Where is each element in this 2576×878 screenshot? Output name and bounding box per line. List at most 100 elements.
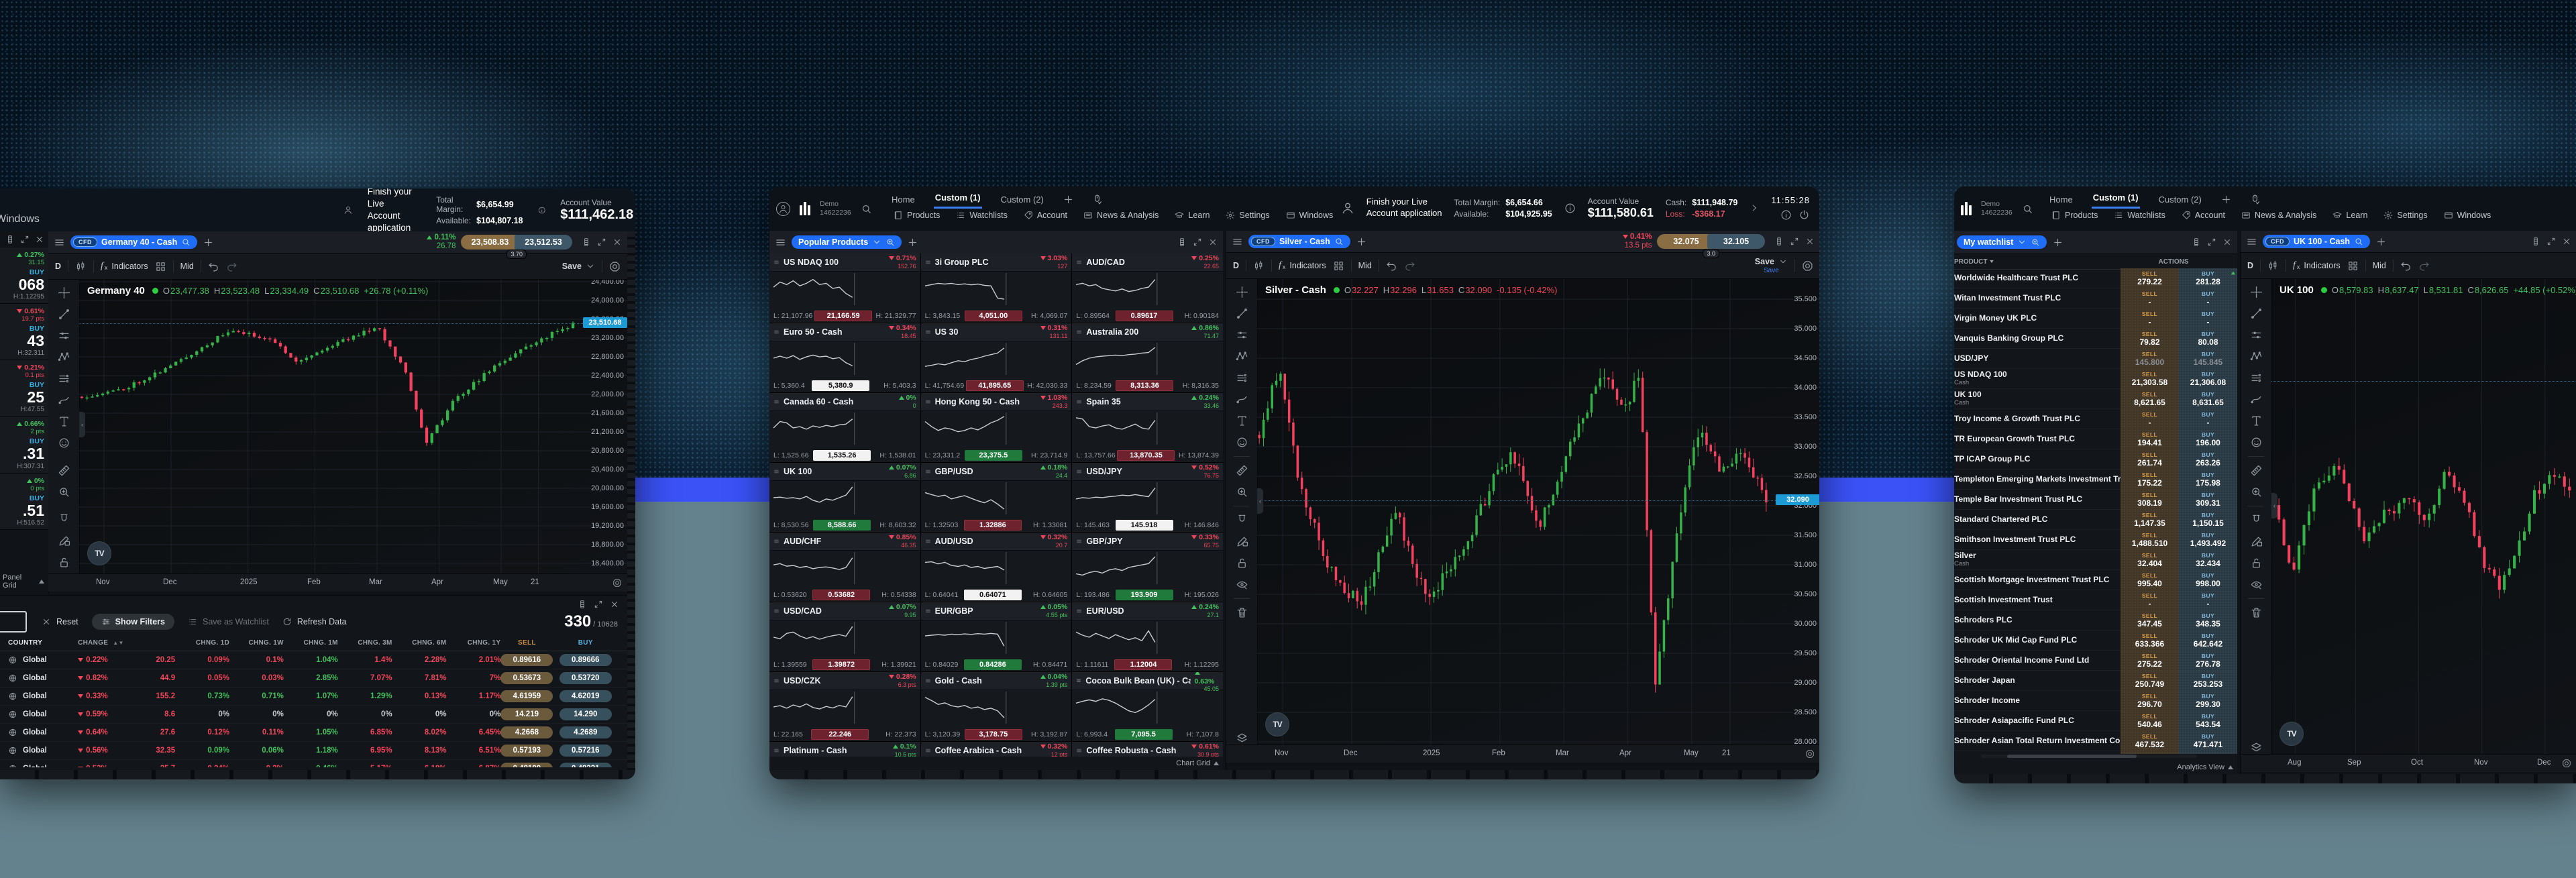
close-icon[interactable]: [1805, 237, 1815, 246]
chart-type-icon[interactable]: [1253, 260, 1265, 272]
ruler-tool-icon[interactable]: [2250, 464, 2263, 477]
redo-icon[interactable]: [1404, 260, 1415, 272]
watchlist-tile[interactable]: GBP/JPY 0.33%65.75 L: 193.486 193.909 H:…: [1072, 533, 1223, 602]
add-tab-icon[interactable]: [1356, 236, 1367, 248]
ruler-tool-icon[interactable]: [58, 464, 70, 477]
tradingview-logo[interactable]: TV: [87, 541, 111, 565]
buy-button[interactable]: 0.53720: [559, 672, 612, 684]
panel-grid-footer[interactable]: Panel Grid: [3, 573, 44, 590]
menu-account[interactable]: Account: [2182, 211, 2225, 220]
help-icon[interactable]: [1780, 209, 1792, 221]
buy-button[interactable]: BUY196.00: [2179, 429, 2237, 449]
search-icon[interactable]: [2354, 237, 2363, 246]
sell-button[interactable]: SELL-: [2121, 288, 2179, 309]
ruler-tool-icon[interactable]: [1236, 464, 1248, 477]
eyecross-tool-icon[interactable]: [1236, 578, 1248, 591]
mouse-tour-icon[interactable]: [2249, 194, 2261, 205]
instrument-tab[interactable]: CFD UK 100 - Cash: [2263, 235, 2370, 248]
time-axis[interactable]: NovDec2025FebMarAprMay21: [1226, 745, 1819, 763]
layout-icon[interactable]: [2192, 237, 2201, 247]
menu-watchlists[interactable]: Watchlists: [956, 211, 1008, 220]
add-tab-icon[interactable]: [2375, 236, 2387, 248]
save-as-watchlist-button[interactable]: Save as Watchlist: [188, 617, 269, 626]
layout-icon[interactable]: [2531, 237, 2540, 246]
buy-button[interactable]: BUY-: [2179, 309, 2237, 329]
longpos-tool-icon[interactable]: [1236, 372, 1248, 384]
trend-tool-icon[interactable]: [2250, 307, 2263, 320]
menu-windows-partial[interactable]: Windows: [0, 213, 40, 225]
parallel-tool-icon[interactable]: [58, 329, 70, 342]
drag-handle-icon[interactable]: [925, 397, 931, 406]
tab-home[interactable]: Home: [890, 192, 916, 207]
search-icon[interactable]: [2022, 203, 2033, 215]
screener-row[interactable]: Global 0.56% 32.35 0.09%0.06%1.18%6.95%8…: [0, 742, 627, 760]
drag-handle-icon[interactable]: [773, 537, 780, 546]
sell-button[interactable]: SELL275.22: [2121, 651, 2179, 671]
drag-handle-icon[interactable]: [925, 327, 931, 337]
watchlist-row[interactable]: TP ICAP Group PLC SELL261.74 BUY263.26: [1954, 449, 2237, 470]
trash-tool-icon[interactable]: [2250, 606, 2263, 619]
tab-custom-1-[interactable]: Custom (1): [2092, 190, 2140, 209]
drag-handle-icon[interactable]: [1076, 676, 1081, 685]
drag-handle-icon[interactable]: [1076, 397, 1082, 406]
text-tool-icon[interactable]: [2250, 415, 2263, 427]
buy-button[interactable]: BUY471.471: [2179, 731, 2237, 751]
screener-row[interactable]: Global 0.82% 44.9 0.05%0.03%2.85%7.07%7.…: [0, 669, 627, 688]
sell-button[interactable]: 4.2668: [500, 726, 553, 738]
buy-button[interactable]: BUY1,493.492: [2179, 530, 2237, 550]
panel-menu-icon[interactable]: [54, 237, 65, 248]
watchlist-row[interactable]: Virgin Money UK PLC SELL- BUY-: [1954, 309, 2237, 329]
menu-windows[interactable]: Windows: [1286, 211, 1334, 220]
close-icon[interactable]: [1208, 237, 1218, 247]
brush-tool-icon[interactable]: [2250, 393, 2263, 406]
watchlist-tile[interactable]: GBP/USD 0.18%24.4 L: 1.32503 1.32886 H: …: [921, 463, 1072, 532]
indicators-button[interactable]: fx Indicators: [1279, 260, 1326, 271]
watchlist-row[interactable]: UK 100Cash SELL8,621.65 BUY8,631.65: [1954, 389, 2237, 409]
watchlist-tile[interactable]: AUD/CHF 0.85%46.35 L: 0.53620 0.53682 H:…: [769, 533, 920, 602]
tradingview-logo[interactable]: TV: [2279, 722, 2304, 746]
interval-button[interactable]: D: [2247, 261, 2253, 270]
sell-button[interactable]: SELL21,303.58: [2121, 369, 2179, 389]
xabcd-tool-icon[interactable]: [2250, 350, 2263, 363]
watchlist-selector[interactable]: Popular Products: [792, 235, 902, 249]
watchlist-tile[interactable]: Cocoa Bulk Bean (UK) - Cash 0.63%45.05 L…: [1072, 672, 1223, 741]
market-tile[interactable]: 0.27% 31.15 BUY 068 H:1.12295: [0, 248, 48, 304]
parallel-tool-icon[interactable]: [2250, 329, 2263, 341]
sell-button[interactable]: SELL279.22: [2121, 268, 2179, 288]
sell-button[interactable]: 0.57193: [500, 745, 553, 757]
watchlist-tile[interactable]: USD/CAD 0.07%9.95 L: 1.39559 1.39872 H: …: [769, 602, 920, 671]
panel-menu-icon[interactable]: [775, 237, 786, 248]
collapse-toolbar-handle[interactable]: ‹: [2271, 493, 2277, 518]
layout-icon[interactable]: [578, 600, 587, 609]
buy-button[interactable]: BUY21,306.08: [2179, 369, 2237, 389]
chart-plot-area[interactable]: 24,400.0024,000.0023,600.0023,200.0022,8…: [48, 280, 627, 573]
screener-row[interactable]: Global 0.59% 8.6 0%0%0%0%0%0% 14.219 14.…: [0, 706, 627, 724]
sell-button[interactable]: SELL145.800: [2121, 349, 2179, 369]
add-tab-icon[interactable]: [203, 237, 214, 248]
brush-tool-icon[interactable]: [58, 394, 70, 406]
sell-button[interactable]: 0.48100: [500, 763, 553, 767]
time-axis[interactable]: AugSepOctNovDec: [2241, 754, 2576, 772]
drag-handle-icon[interactable]: [925, 676, 931, 685]
buy-button[interactable]: BUY642.642: [2179, 630, 2237, 651]
mouse-tour-icon[interactable]: [1091, 194, 1103, 205]
watchlist-tile-partial[interactable]: Coffee Arabica - Cash 0.32%12 pts: [921, 742, 1072, 757]
save-button[interactable]: Save: [562, 262, 595, 271]
lockopen-tool-icon[interactable]: [1236, 557, 1248, 569]
add-tab-icon[interactable]: [907, 237, 918, 248]
close-icon[interactable]: [2222, 237, 2232, 247]
sell-button[interactable]: SELL32.404: [2121, 550, 2179, 570]
watchlist-tile-partial[interactable]: Coffee Robusta - Cash 0.61%30.9 pts: [1072, 742, 1223, 757]
col-chng[interactable]: CHNG. 1Y: [447, 639, 501, 647]
buy-button[interactable]: 4.62019: [559, 690, 612, 702]
trend-tool-icon[interactable]: [58, 308, 70, 321]
chart-type-icon[interactable]: [2267, 260, 2279, 272]
interval-button[interactable]: D: [1233, 261, 1239, 270]
magnet-tool-icon[interactable]: [2250, 514, 2263, 527]
buy-button[interactable]: BUY8,631.65: [2179, 389, 2237, 409]
menu-settings[interactable]: Settings: [2383, 211, 2427, 220]
watchlist-row[interactable]: Scottish Investment Trust SELL- BUY-: [1954, 590, 2237, 610]
timezone-settings-icon[interactable]: [612, 578, 622, 588]
horizontal-scrollbar[interactable]: [1981, 755, 2197, 758]
avatar-icon[interactable]: [776, 202, 790, 216]
